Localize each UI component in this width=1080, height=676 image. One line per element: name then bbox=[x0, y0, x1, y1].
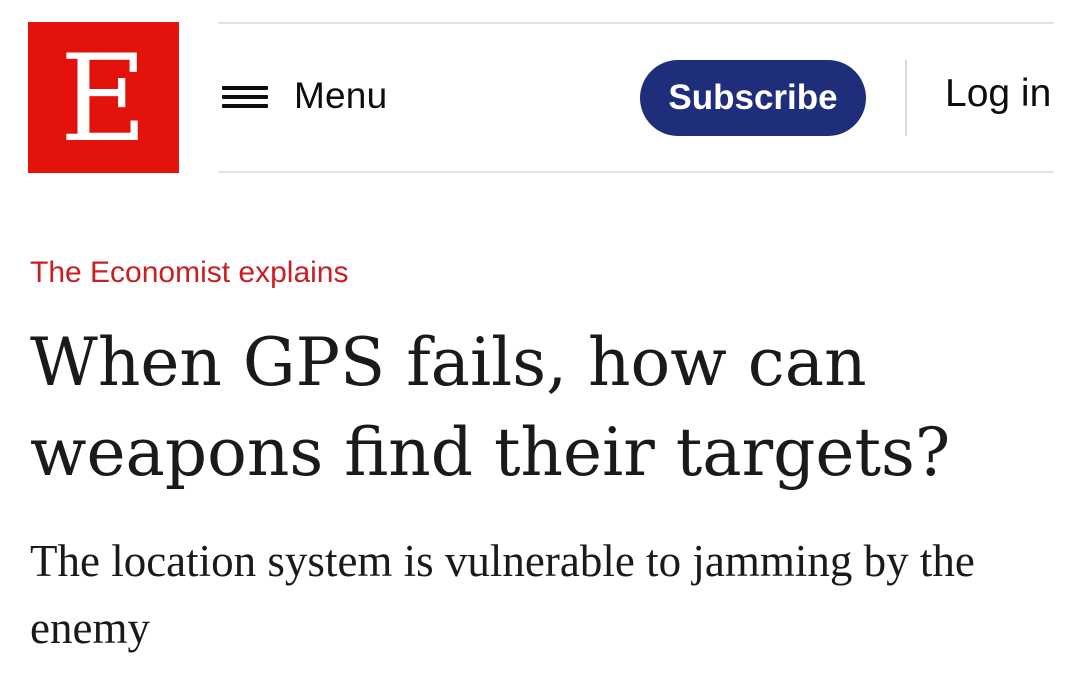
menu-label: Menu bbox=[294, 75, 388, 116]
header-top-rule bbox=[218, 22, 1054, 24]
menu-button[interactable]: Menu bbox=[222, 72, 387, 120]
article-rubric[interactable]: The Economist explains bbox=[30, 256, 349, 290]
subscribe-button[interactable]: Subscribe bbox=[640, 60, 866, 136]
article-standfirst: The location system is vulnerable to jam… bbox=[30, 536, 975, 653]
article-headline: When GPS fails, how can weapons find the… bbox=[30, 324, 951, 491]
economist-logo[interactable]: E bbox=[28, 22, 179, 173]
logo-letter: E bbox=[59, 29, 148, 169]
login-link[interactable]: Log in bbox=[945, 68, 1051, 120]
header-divider bbox=[905, 60, 907, 136]
header-bottom-rule bbox=[218, 171, 1054, 173]
hamburger-icon bbox=[222, 82, 268, 110]
